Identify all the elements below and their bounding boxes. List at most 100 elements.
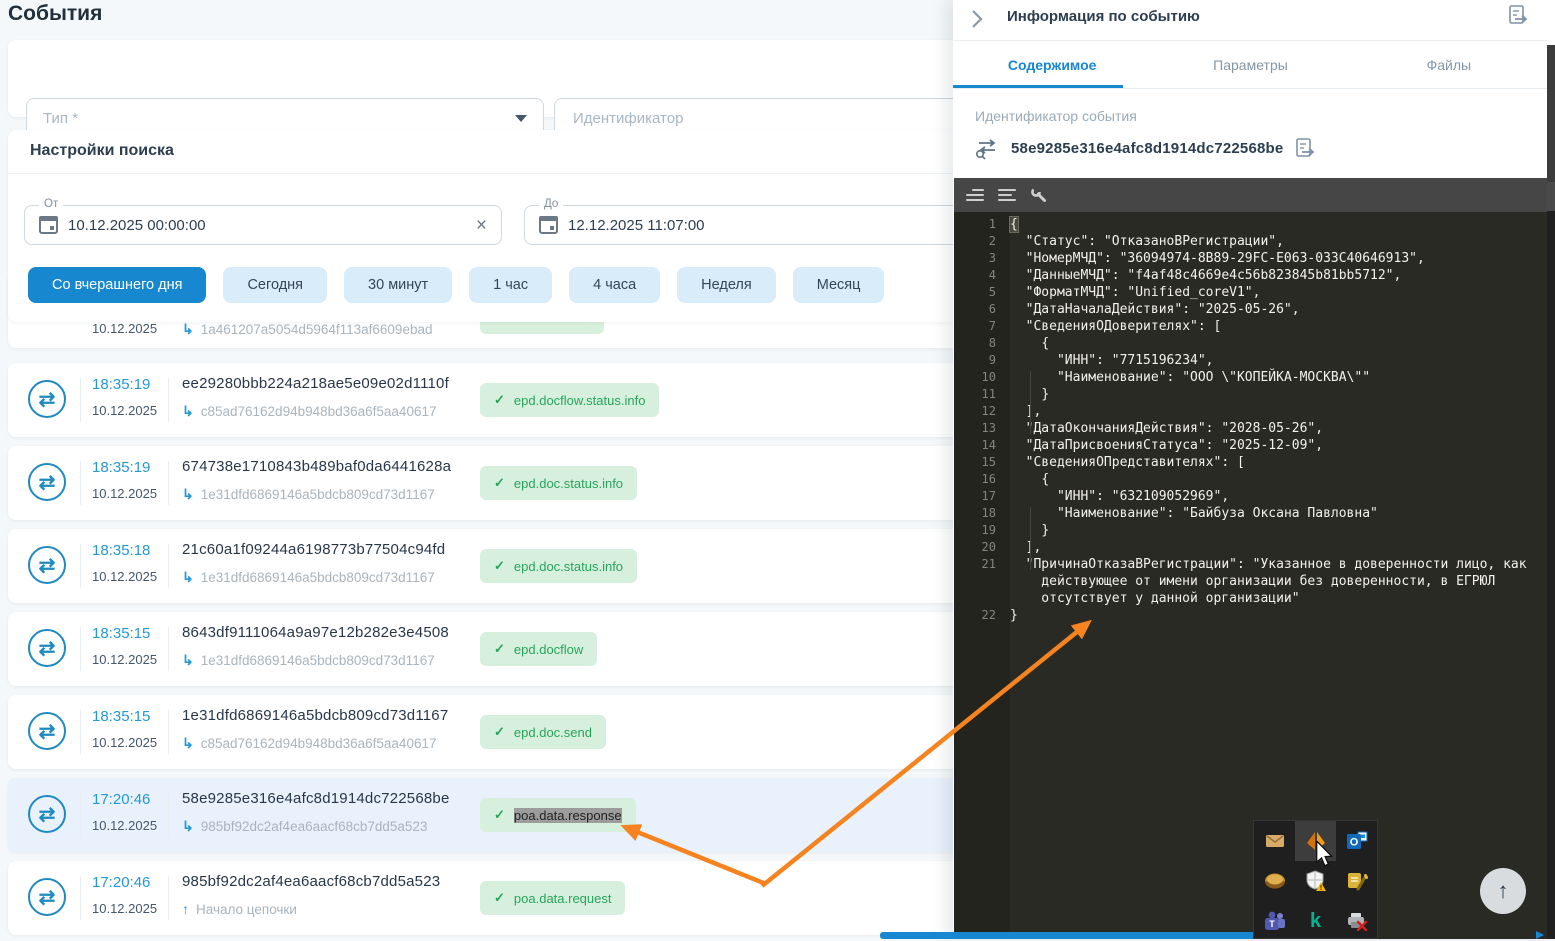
indent-guide <box>1030 371 1031 434</box>
line-number: 20 <box>981 540 996 554</box>
tray-item[interactable]: O <box>1336 821 1377 861</box>
line-number: 21 <box>981 557 996 571</box>
divider <box>168 378 169 422</box>
calendar-icon[interactable] <box>539 216 558 234</box>
tab-content[interactable]: Содержимое <box>953 41 1151 88</box>
tab-files[interactable]: Файлы <box>1350 41 1548 88</box>
event-type-tag: ✓ epd.doc.send <box>480 715 606 749</box>
event-related: ↑ Начало цепочки <box>182 901 297 917</box>
clear-icon[interactable]: × <box>476 206 487 246</box>
quick-filter-buttons: Со вчерашнего дня Сегодня 30 минут 1 час 4 ч… <box>28 267 885 303</box>
child-arrow-icon: ↳ <box>182 652 194 668</box>
event-time: 18:35:15 <box>92 625 151 642</box>
tray-item[interactable]: T <box>1254 901 1295 941</box>
code-line: "ДатаОкончанияДействия": "2028-05-26", <box>1010 421 1324 436</box>
divider <box>168 627 169 671</box>
line-number: 6 <box>988 302 996 316</box>
chevron-right-icon[interactable] <box>971 8 983 30</box>
chevron-down-icon <box>515 114 527 122</box>
code-line: } <box>1010 387 1050 402</box>
export-document-icon[interactable] <box>1506 3 1530 27</box>
divider <box>80 461 81 505</box>
line-number: 11 <box>981 387 996 401</box>
align-left-icon[interactable] <box>998 189 1016 201</box>
date-from-field[interactable]: От 10.12.2025 00:00:00 × <box>24 198 502 246</box>
event-related: ↳ c85ad76162d94b948bd36a6f5aa40617 <box>182 403 437 419</box>
check-icon: ✓ <box>494 890 505 905</box>
code-line: "Наименование": "Байбуза Оксана Павловна… <box>1010 506 1378 521</box>
code-line: ], <box>1010 404 1042 419</box>
calendar-icon[interactable] <box>39 216 58 234</box>
defender-warning-icon: ! <box>1306 870 1326 892</box>
active-tab-underline <box>953 85 1123 88</box>
code-line: { <box>1010 336 1050 351</box>
divider <box>168 876 169 920</box>
event-id: 674738e1710843b489baf0da6441628a <box>182 458 452 475</box>
code-line: "ДанныеМЧД": "f4af48c4669e4c56b823845b81… <box>1010 268 1402 283</box>
exchange-icon: ⇄ <box>28 463 66 501</box>
event-time: 17:20:46 <box>92 791 151 808</box>
event-date: 10.12.2025 <box>92 901 158 916</box>
chain-start-icon: ↑ <box>182 901 189 917</box>
certificate-edit-icon <box>1347 873 1368 891</box>
divider <box>168 544 169 588</box>
svg-text:!: ! <box>1319 885 1321 892</box>
quick-filter-button[interactable]: 30 минут <box>344 267 453 303</box>
code-line: "ФорматМЧД": "Unified_coreV1", <box>1010 285 1261 300</box>
event-date: 10.12.2025 <box>92 818 158 833</box>
quick-filter-button[interactable]: Со вчерашнего дня <box>28 267 207 303</box>
identifier-placeholder: Идентификатор <box>573 109 684 127</box>
scrollbar-right-arrow-icon[interactable] <box>1536 931 1544 939</box>
date-from-value[interactable]: 10.12.2025 00:00:00 <box>68 217 206 234</box>
quick-filter-button[interactable]: 4 часа <box>569 267 661 303</box>
tray-item[interactable] <box>1336 861 1377 901</box>
event-related: ↳ 1e31dfd6869146a5bdcb809cd73d1167 <box>182 569 435 585</box>
line-number: 1 <box>988 217 996 231</box>
date-to-value[interactable]: 12.12.2025 11:07:00 <box>568 217 705 234</box>
line-number: 4 <box>988 268 996 282</box>
scroll-to-top-button[interactable]: ↑ <box>1480 868 1526 914</box>
child-arrow-icon: ↳ <box>182 569 194 585</box>
wrench-icon[interactable] <box>1030 186 1048 204</box>
code-line: { <box>1009 216 1019 233</box>
divider <box>168 710 169 754</box>
arrow-up-icon: ↑ <box>1497 878 1509 903</box>
exchange-icon: ⇄ <box>28 712 66 750</box>
indent-guide <box>1030 507 1031 570</box>
horizontal-scrollbar-thumb[interactable] <box>880 932 1285 939</box>
code-line: ], <box>1010 540 1042 555</box>
line-number: 7 <box>988 319 996 333</box>
tray-item[interactable] <box>1254 861 1295 901</box>
event-time: 18:35:18 <box>92 542 151 559</box>
check-icon: ✓ <box>494 807 505 822</box>
tray-item[interactable] <box>1254 821 1295 861</box>
date-from-label: От <box>39 198 64 210</box>
code-line: "ИНН": "632109052969", <box>1010 489 1230 504</box>
date-to-label: До <box>539 198 564 210</box>
exchange-icon: ⇄ <box>28 629 66 667</box>
tab-parameters[interactable]: Параметры <box>1151 41 1349 88</box>
format-indent-icon[interactable] <box>966 189 984 201</box>
quick-filter-button[interactable]: 1 час <box>469 267 553 303</box>
code-line: "ДатаНачалаДействия": "2025-05-26", <box>1010 302 1300 317</box>
line-number: 16 <box>981 472 996 486</box>
copy-document-icon[interactable] <box>1293 136 1317 160</box>
event-id-row: 58e9285e316e4afc8d1914dc722568be <box>973 136 1317 160</box>
event-type-tag: ✓ poa.data.response <box>480 798 636 832</box>
event-date: 10.12.2025 <box>92 735 158 750</box>
svg-text:T: T <box>1269 919 1275 929</box>
tray-item[interactable] <box>1336 901 1377 941</box>
line-number: 10 <box>981 370 996 384</box>
kaspersky-icon: k <box>1309 910 1322 932</box>
quick-filter-button[interactable]: Неделя <box>677 267 776 303</box>
event-id-value: 58e9285e316e4afc8d1914dc722568be <box>1011 139 1284 157</box>
check-icon: ✓ <box>494 392 505 407</box>
search-settings-title: Настройки поиска <box>30 142 174 159</box>
quick-filter-button[interactable]: Месяц <box>792 267 885 303</box>
code-line: "ИНН": "7715196234", <box>1010 353 1214 368</box>
quick-filter-button[interactable]: Сегодня <box>223 267 328 303</box>
code-line: } <box>1010 608 1018 623</box>
tray-item[interactable]: ! <box>1295 861 1336 901</box>
json-editor[interactable]: 1 {2 "Статус": "ОтказаноВРегистрации", 3 "… <box>954 178 1548 939</box>
tray-item[interactable]: k <box>1295 901 1336 941</box>
